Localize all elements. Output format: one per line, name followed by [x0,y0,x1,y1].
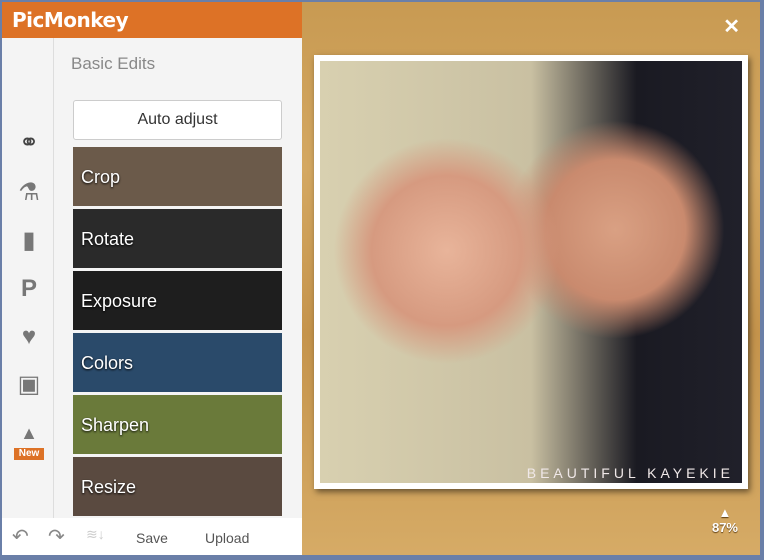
textures-icon[interactable]: ▲ New [14,418,44,460]
photo-image: BEAUTIFUL KAYEKIE [320,61,742,483]
tool-crop[interactable]: Crop [73,147,282,206]
caret-up-icon[interactable]: ▲ [712,505,738,520]
text-icon[interactable]: P [14,274,44,304]
editor-panel: PicMonkey ⚭ ⚗ ▮ P ♥ ▣ ▲ New Basic Edits A… [2,2,302,555]
new-badge: New [14,448,44,460]
picmonkey-logo: PicMonkey [12,8,129,32]
zoom-control[interactable]: ▲ 87% [712,505,738,535]
bottom-toolbar: ↶ ↷ ≋↓ Save Upload [2,518,302,555]
touch-up-lipstick-icon[interactable]: ▮ [14,226,44,256]
effects-flask-icon[interactable]: ⚗ [14,178,44,208]
tool-rotate[interactable]: Rotate [73,209,282,268]
overlays-icon[interactable]: ♥ [14,322,44,352]
auto-adjust-button[interactable]: Auto adjust [73,100,282,140]
upload-button[interactable]: Upload [205,530,249,546]
basic-edits-icon[interactable]: ⚭ [14,128,44,158]
photo-frame: BEAUTIFUL KAYEKIE [314,55,748,489]
zoom-level: 87% [711,520,738,535]
tool-colors[interactable]: Colors [73,333,282,392]
tool-exposure[interactable]: Exposure [73,271,282,330]
tool-sharpen[interactable]: Sharpen [73,395,282,454]
tool-rail: ⚭ ⚗ ▮ P ♥ ▣ ▲ New [2,38,54,518]
tool-resize[interactable]: Resize [73,457,282,516]
frames-icon[interactable]: ▣ [14,370,44,400]
save-button[interactable]: Save [136,530,168,546]
undo-icon[interactable]: ↶ [12,524,29,549]
redo-icon[interactable]: ↷ [48,524,65,549]
close-icon[interactable]: ✕ [723,14,740,39]
layers-icon[interactable]: ≋↓ [86,526,105,543]
section-title: Basic Edits [71,54,156,73]
watermark: BEAUTIFUL KAYEKIE [526,465,734,481]
app-header: PicMonkey [2,2,302,38]
